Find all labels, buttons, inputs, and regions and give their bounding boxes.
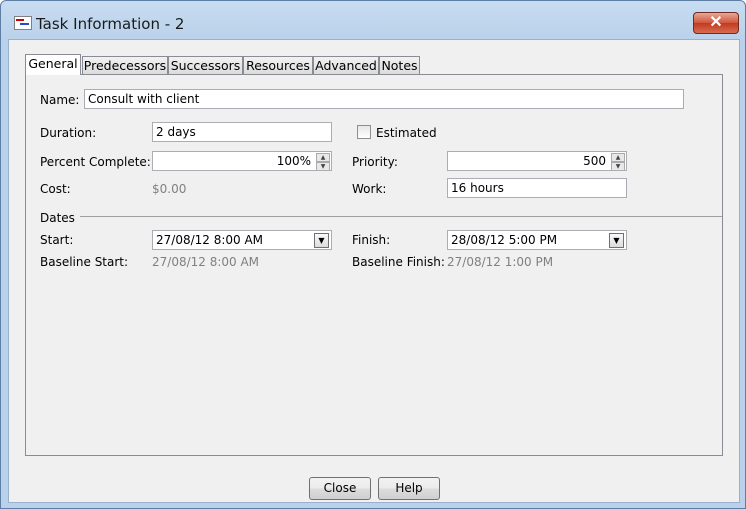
start-label: Start: — [40, 233, 74, 247]
task-information-window: Task Information - 2 ✕ General Predecess… — [0, 0, 746, 509]
percent-spinner[interactable]: ▲ ▼ — [316, 153, 330, 170]
priority-field[interactable]: 500 ▲ ▼ — [447, 151, 627, 171]
cost-label: Cost: — [40, 182, 71, 196]
cost-value: $0.00 — [152, 182, 187, 196]
estimated-label: Estimated — [376, 126, 437, 140]
dates-separator — [80, 216, 722, 217]
window-close-icon[interactable]: ✕ — [693, 12, 739, 34]
work-label: Work: — [352, 182, 387, 196]
start-dropdown-icon[interactable]: ▼ — [314, 233, 329, 248]
tab-successors[interactable]: Successors — [168, 56, 243, 74]
spin-up-icon[interactable]: ▲ — [316, 153, 330, 162]
dialog-body: General Predecessors Successors Resource… — [8, 39, 740, 503]
work-field[interactable]: 16 hours — [447, 178, 627, 198]
priority-value: 500 — [583, 154, 606, 168]
baseline-start-label: Baseline Start: — [40, 255, 129, 269]
task-app-icon — [14, 16, 32, 30]
finish-dropdown-icon[interactable]: ▼ — [609, 233, 624, 248]
spin-down-icon[interactable]: ▼ — [611, 162, 625, 170]
tab-resources[interactable]: Resources — [243, 56, 313, 74]
help-button[interactable]: Help — [378, 477, 440, 500]
tab-predecessors[interactable]: Predecessors — [82, 56, 168, 74]
start-date-combo[interactable]: 27/08/12 8:00 AM ▼ — [152, 230, 332, 250]
baseline-finish-label: Baseline Finish: — [352, 255, 445, 269]
baseline-start-value: 27/08/12 8:00 AM — [152, 255, 260, 269]
finish-date-value: 28/08/12 5:00 PM — [451, 233, 558, 247]
percent-complete-value: 100% — [276, 154, 311, 168]
finish-date-combo[interactable]: 28/08/12 5:00 PM ▼ — [447, 230, 627, 250]
priority-label: Priority: — [352, 155, 398, 169]
priority-spinner[interactable]: ▲ ▼ — [611, 153, 625, 170]
finish-label: Finish: — [352, 233, 391, 247]
baseline-finish-value: 27/08/12 1:00 PM — [447, 255, 554, 269]
percent-complete-label: Percent Complete: — [40, 155, 151, 169]
window-title: Task Information - 2 — [36, 15, 185, 33]
name-label: Name: — [40, 93, 80, 107]
start-date-value: 27/08/12 8:00 AM — [156, 233, 264, 247]
estimated-checkbox[interactable] — [357, 125, 371, 139]
close-button[interactable]: Close — [309, 477, 371, 500]
general-panel: Name: Consult with client Duration: 2 da… — [25, 74, 723, 456]
percent-complete-field[interactable]: 100% ▲ ▼ — [152, 151, 332, 171]
title-bar[interactable]: Task Information - 2 ✕ — [1, 1, 745, 39]
dates-section-label: Dates — [40, 211, 75, 225]
tab-advanced[interactable]: Advanced — [313, 56, 379, 74]
spin-up-icon[interactable]: ▲ — [611, 153, 625, 162]
tab-general[interactable]: General — [25, 54, 81, 75]
name-field[interactable]: Consult with client — [84, 89, 684, 109]
spin-down-icon[interactable]: ▼ — [316, 162, 330, 170]
duration-label: Duration: — [40, 126, 97, 140]
duration-field[interactable]: 2 days — [152, 122, 332, 142]
tab-notes[interactable]: Notes — [379, 56, 420, 74]
